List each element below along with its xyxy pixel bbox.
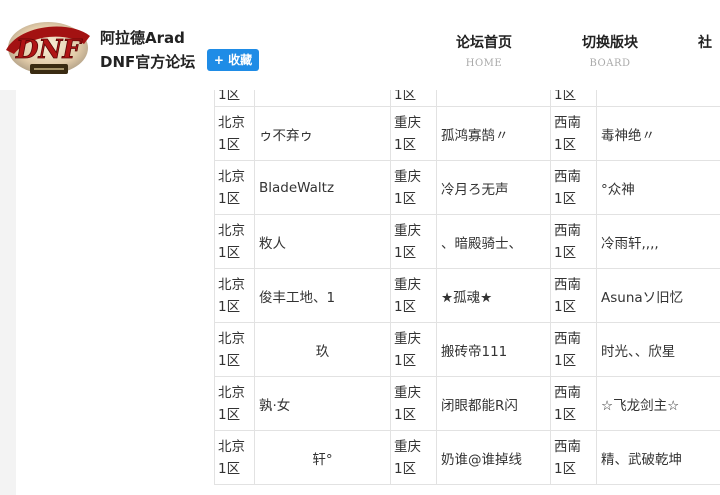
server-cell: 重庆 1区 <box>390 106 437 161</box>
name-cell: 孤鸿寡鹄〃 <box>436 106 551 161</box>
nav-community[interactable]: 社 <box>698 32 720 52</box>
favorite-button[interactable]: + 收藏 <box>207 49 259 71</box>
server-cell: 北京 1区 <box>214 376 255 431</box>
server-cell: 重庆 1区 <box>390 160 437 215</box>
server-cell: 重庆 1区 <box>390 214 437 269</box>
name-cell: 闭眼都能R闪 <box>436 376 551 431</box>
name-cell: 搬砖帝111 <box>436 322 551 377</box>
table-row: 北京 1区 孰·女 重庆 1区 闭眼都能R闪 西南 1区 ☆飞龙剑主☆ <box>214 376 720 431</box>
server-cell: 北京 1区 <box>214 322 255 377</box>
name-cell: ゥ不弃ゥ <box>254 106 391 161</box>
name-cell: 俊丰工地、1 <box>254 268 391 323</box>
server-cell: 西南 1区 <box>550 268 597 323</box>
name-cell: ☆飞龙剑主☆ <box>596 376 720 431</box>
table-row: 北京 1区 BladeWaltz 重庆 1区 冷月ろ无声 西南 1区 °众神 <box>214 160 720 215</box>
server-cell: 西南 1区 <box>550 430 597 485</box>
nav-board[interactable]: 切换版块 BOARD <box>572 32 648 69</box>
site-header: DNF 阿拉德Arad DNF官方论坛 + 收藏 论坛首页 HOME 切换版块 … <box>0 0 720 90</box>
nav-home-sub: HOME <box>465 58 503 69</box>
dnf-logo[interactable]: DNF <box>0 14 96 84</box>
server-cell: 北京 1区 <box>214 268 255 323</box>
site-name: 阿拉德Arad DNF官方论坛 <box>100 26 195 74</box>
nav-board-label: 切换版块 <box>582 35 638 51</box>
name-cell: °众神 <box>596 160 720 215</box>
site-name-line2: DNF官方论坛 <box>100 53 196 71</box>
name-cell: 毒神绝〃 <box>596 106 720 161</box>
server-cell: 西南 1区 <box>550 322 597 377</box>
player-table: 1区 1区 1区 北京 1区 ゥ不弃ゥ 重庆 1区 孤鸿寡鹄〃 西南 1区 毒神绝〃 北京 … <box>214 80 720 485</box>
server-cell: 重庆 1区 <box>390 376 437 431</box>
nav-community-label: 社 <box>698 35 712 51</box>
name-cell: 奶谁@谁掉线 <box>436 430 551 485</box>
server-cell: 重庆 1区 <box>390 322 437 377</box>
name-cell: 孰·女 <box>254 376 391 431</box>
server-cell: 西南 1区 <box>550 376 597 431</box>
name-cell: 精、武破乾坤 <box>596 430 720 485</box>
server-cell: 北京 1区 <box>214 430 255 485</box>
server-cell: 西南 1区 <box>550 106 597 161</box>
table-row: 北京 1区玖重庆 1区 搬砖帝111 西南 1区 时光、、欣星 <box>214 322 720 377</box>
table-row: 北京 1区 ゥ不弃ゥ 重庆 1区 孤鸿寡鹄〃 西南 1区 毒神绝〃 <box>214 106 720 161</box>
table-row: 北京 1区 俊丰工地、1 重庆 1区 ★孤魂★ 西南 1区 Asunaソ旧忆 <box>214 268 720 323</box>
table-row: 北京 1区 轩° 重庆 1区 奶谁@谁掉线 西南 1区 精、武破乾坤 <box>214 430 720 485</box>
name-cell: 冷月ろ无声 <box>436 160 551 215</box>
name-cell: 轩° <box>254 430 391 485</box>
name-cell: 敉人 <box>254 214 391 269</box>
server-cell: 重庆 1区 <box>390 268 437 323</box>
svg-text:DNF: DNF <box>15 35 82 65</box>
nav-home[interactable]: 论坛首页 HOME <box>448 32 520 69</box>
name-cell: 时光、、欣星 <box>596 322 720 377</box>
server-cell: 西南 1区 <box>550 214 597 269</box>
server-cell: 西南 1区 <box>550 160 597 215</box>
name-cell: Asunaソ旧忆 <box>596 268 720 323</box>
table-row: 北京 1区 敉人 重庆 1区 、暗殿骑士、 西南 1区 冷雨轩,,,, <box>214 214 720 269</box>
server-cell: 北京 1区 <box>214 214 255 269</box>
name-cell: 冷雨轩,,,, <box>596 214 720 269</box>
name-cell: BladeWaltz <box>254 160 391 215</box>
server-cell: 北京 1区 <box>214 160 255 215</box>
nav-board-sub: BOARD <box>589 58 631 69</box>
name-cell: ★孤魂★ <box>436 268 551 323</box>
name-cell: 玖 <box>254 322 391 377</box>
server-cell: 北京 1区 <box>214 106 255 161</box>
site-name-line1: 阿拉德Arad <box>100 29 185 47</box>
nav-home-label: 论坛首页 <box>456 35 512 51</box>
name-cell: 、暗殿骑士、 <box>436 214 551 269</box>
server-cell: 重庆 1区 <box>390 430 437 485</box>
